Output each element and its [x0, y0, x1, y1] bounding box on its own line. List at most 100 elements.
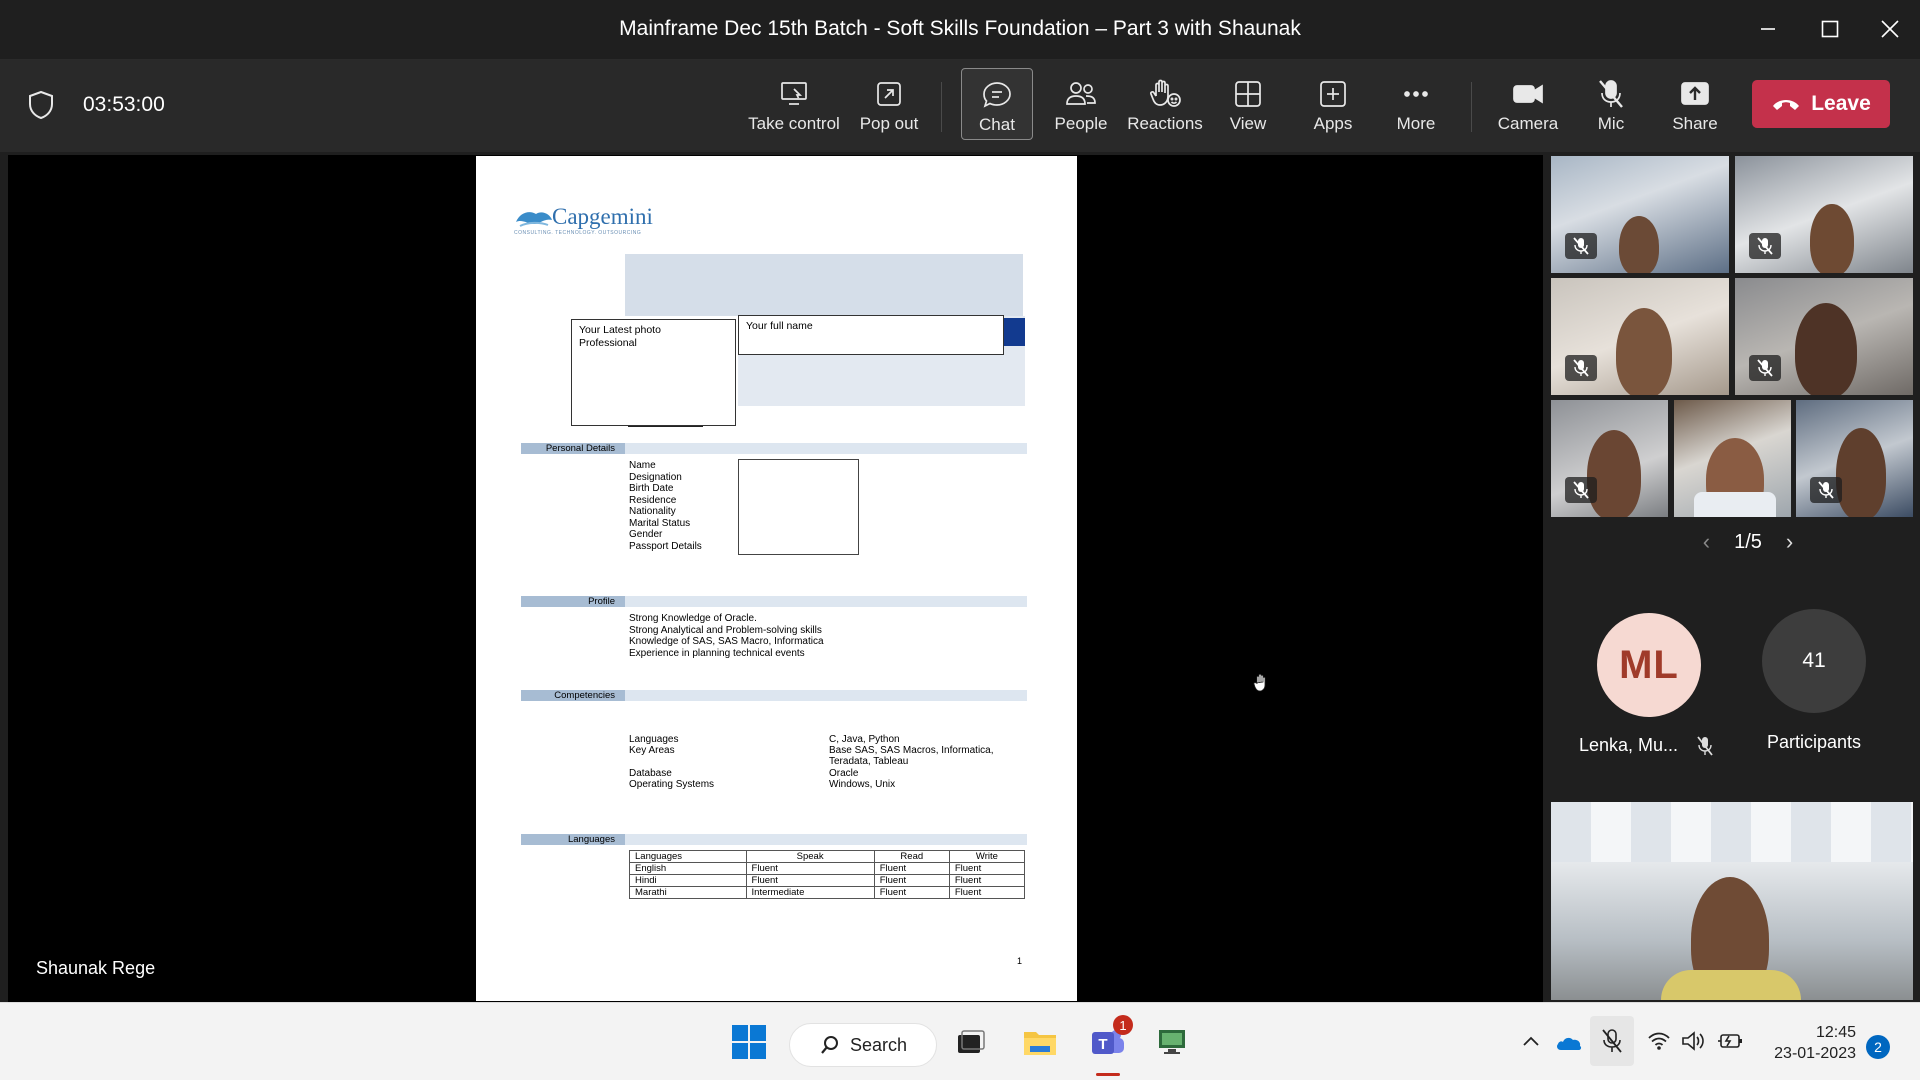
competencies-bar: Competencies [521, 690, 1027, 701]
languages-bar: Languages [521, 834, 1027, 845]
table-header-cell: Speak [745, 850, 875, 863]
file-explorer-button[interactable] [1015, 1017, 1065, 1067]
close-button[interactable] [1865, 10, 1915, 48]
mic-label: Mic [1597, 114, 1625, 133]
presenter-name: Shaunak Rege [36, 958, 156, 978]
muted-mic-icon [1749, 355, 1781, 381]
take-control-button[interactable]: Take control [748, 68, 840, 140]
battery-icon[interactable] [1717, 1031, 1745, 1056]
search-icon [821, 1036, 838, 1054]
table-cell: Fluent [873, 874, 950, 887]
logo-tagline: CONSULTING. TECHNOLOGY. OUTSOURCING [514, 230, 642, 236]
view-button[interactable]: View [1218, 68, 1278, 140]
avatar[interactable]: ML [1597, 613, 1701, 717]
personal-field-label: Birth Date [629, 483, 674, 494]
ceiling-lights [1551, 802, 1913, 862]
participant-video-tile[interactable] [1674, 400, 1791, 517]
table-row: English Fluent Fluent Fluent [629, 862, 1026, 875]
pop-out-label: Pop out [859, 114, 919, 133]
table-header-cell: Write [948, 850, 1026, 863]
table-cell: Fluent [745, 874, 875, 887]
table-cell: Fluent [745, 862, 875, 875]
people-button[interactable]: People [1046, 68, 1116, 140]
chevron-up-icon[interactable] [1521, 1033, 1541, 1054]
share-label: Share [1672, 114, 1718, 133]
profile-line: Knowledge of SAS, SAS Macro, Informatica [629, 636, 824, 647]
table-header-cell: Languages [629, 850, 747, 863]
close-icon [1881, 20, 1899, 38]
mic-off-icon [1599, 80, 1623, 108]
mic-button[interactable]: Mic [1581, 68, 1641, 140]
muted-mic-icon [1810, 477, 1842, 503]
apps-icon [1320, 81, 1346, 107]
start-button[interactable] [724, 1017, 774, 1067]
table-cell: Intermediate [745, 886, 875, 899]
people-label: People [1054, 114, 1108, 133]
chevron-left-icon[interactable]: ‹ [1703, 529, 1710, 555]
participant-figure [1810, 204, 1854, 273]
volume-icon[interactable] [1681, 1031, 1707, 1056]
page-number: 1 [1017, 956, 1023, 966]
maximize-icon [1821, 20, 1839, 38]
table-header-cell: Read [873, 850, 950, 863]
chat-button[interactable]: Chat [961, 68, 1033, 140]
minimize-button[interactable] [1743, 10, 1793, 48]
table-cell: Hindi [629, 874, 747, 887]
logo-wordmark: Capgemini [552, 204, 653, 229]
participant-figure [1795, 303, 1857, 395]
share-button[interactable]: Share [1665, 68, 1725, 140]
toolbar-divider [941, 82, 942, 132]
personal-details-bar: Personal Details [521, 443, 1027, 454]
more-button[interactable]: More [1386, 68, 1446, 140]
participant-video-tile[interactable] [1735, 278, 1913, 395]
personal-field-label: Gender [629, 529, 663, 540]
participant-video-tile[interactable] [1551, 278, 1729, 395]
participant-count-badge[interactable]: 41 [1762, 609, 1866, 713]
taskbar-search[interactable]: Search [789, 1023, 937, 1067]
table-row: Marathi Intermediate Fluent Fluent [629, 886, 1026, 899]
participant-video-tile[interactable] [1735, 156, 1913, 273]
pop-out-button[interactable]: Pop out [852, 68, 926, 140]
comp-key-areas-value: Base SAS, SAS Macros, Informatica, [829, 745, 994, 756]
minimize-icon [1761, 28, 1775, 30]
shared-screen-stage: Capgemini CONSULTING. TECHNOLOGY. OUTSOU… [8, 155, 1543, 1002]
profile-line: Experience in planning technical events [629, 647, 805, 659]
onedrive-icon[interactable] [1555, 1034, 1583, 1057]
wifi-icon[interactable] [1647, 1031, 1671, 1056]
muted-mic-icon [1696, 735, 1714, 762]
teams-badge: 1 [1113, 1015, 1133, 1035]
camera-button[interactable]: Camera [1494, 68, 1562, 140]
mic-tray-button[interactable] [1590, 1016, 1634, 1066]
personal-field-label: Designation [629, 471, 682, 483]
remote-desktop-button[interactable] [1147, 1017, 1197, 1067]
title-bar: Mainframe Dec 15th Batch - Soft Skills F… [0, 0, 1920, 60]
clock-date: 23-01-2023 [1774, 1045, 1856, 1062]
teams-taskbar-button[interactable]: T 1 [1083, 1015, 1133, 1076]
pop-out-icon [877, 82, 901, 106]
windows-logo-icon [732, 1025, 766, 1059]
reactions-button[interactable]: Reactions [1125, 68, 1205, 140]
share-icon [1681, 82, 1709, 105]
meeting-timer: 03:53:00 [83, 93, 165, 116]
page-indicator: 1/5 [1734, 530, 1762, 553]
leave-button[interactable]: Leave [1752, 80, 1890, 128]
participant-figure [1836, 428, 1886, 517]
maximize-button[interactable] [1805, 10, 1855, 48]
chevron-right-icon[interactable]: › [1786, 529, 1793, 555]
reactions-label: Reactions [1127, 114, 1203, 133]
more-label: More [1396, 114, 1436, 133]
participant-video-tile[interactable] [1551, 400, 1668, 517]
notification-badge[interactable]: 2 [1866, 1035, 1890, 1059]
muted-mic-icon [1749, 233, 1781, 259]
apps-button[interactable]: Apps [1303, 68, 1363, 140]
search-label: Search [850, 1034, 908, 1055]
table-cell: Fluent [873, 862, 950, 875]
participant-video-tile[interactable] [1551, 156, 1729, 273]
task-view-button[interactable] [946, 1017, 996, 1067]
participant-video-tile[interactable] [1796, 400, 1913, 517]
system-clock[interactable]: 12:45 23-01-2023 [1764, 1022, 1856, 1064]
personal-field-label: Marital Status [629, 517, 691, 529]
participant-figure [1587, 430, 1641, 517]
camera-icon [1513, 84, 1543, 104]
view-label: View [1229, 114, 1267, 133]
